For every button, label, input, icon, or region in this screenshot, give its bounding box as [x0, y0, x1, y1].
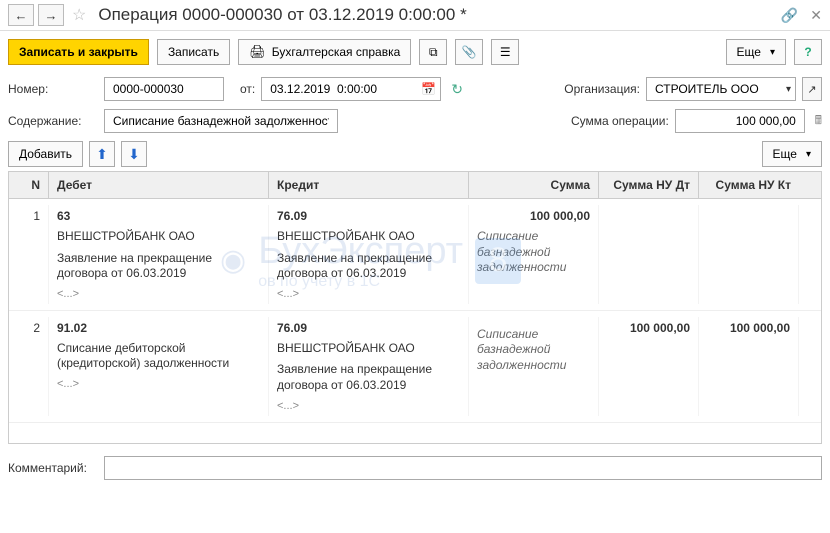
printer-icon [249, 44, 266, 60]
table-row[interactable]: 1 63 ВНЕШСТРОЙБАНК ОАО Заявление на прек… [9, 199, 821, 311]
col-credit[interactable]: Кредит [269, 172, 469, 198]
move-down-button[interactable]: ⬇ [121, 141, 147, 167]
cell-n: 1 [9, 205, 49, 304]
accounting-report-button[interactable]: Бухгалтерская справка [238, 39, 411, 65]
cell-sum: Сиписание базнадежной задолженности [469, 317, 599, 416]
cell-sum: 100 000,00 Сиписание базнадежной задолже… [469, 205, 599, 304]
table-row[interactable]: 2 91.02 Списание дебиторской (кредиторск… [9, 311, 821, 423]
list-icon [500, 45, 511, 59]
grid-actions: Добавить ⬆ ⬇ Еще▾ [0, 137, 830, 171]
grid-header: N Дебет Кредит Сумма Сумма НУ Дт Сумма Н… [9, 172, 821, 199]
calendar-icon[interactable]: 📅 [421, 82, 436, 96]
from-label: от: [240, 82, 255, 96]
cell-credit: 76.09 ВНЕШСТРОЙБАНК ОАО Заявление на пре… [269, 205, 469, 304]
help-button[interactable] [794, 39, 822, 65]
col-debit[interactable]: Дебет [49, 172, 269, 198]
date-input[interactable]: 📅 [261, 77, 441, 101]
org-select[interactable]: ▾ [646, 77, 796, 101]
cell-debit: 91.02 Списание дебиторской (кредиторской… [49, 317, 269, 416]
col-sum[interactable]: Сумма [469, 172, 599, 198]
entries-grid: N Дебет Кредит Сумма Сумма НУ Дт Сумма Н… [8, 171, 822, 444]
main-toolbar: Записать и закрыть Записать Бухгалтерска… [0, 31, 830, 73]
favorite-star-icon[interactable]: ☆ [72, 5, 86, 25]
save-and-close-button[interactable]: Записать и закрыть [8, 39, 149, 65]
titlebar: ← → ☆ Операция 0000-000030 от 03.12.2019… [0, 0, 830, 31]
more-button[interactable]: Еще▾ [726, 39, 786, 65]
content-input[interactable] [104, 109, 338, 133]
form-row-comment: Комментарий: [0, 452, 830, 484]
cell-nudt [599, 205, 699, 304]
col-nukt[interactable]: Сумма НУ Кт [699, 172, 799, 198]
nav-back-button[interactable]: ← [8, 4, 34, 26]
move-up-button[interactable]: ⬆ [89, 141, 115, 167]
accounting-report-label: Бухгалтерская справка [272, 45, 401, 59]
grid-more-label: Еще [773, 147, 797, 161]
cell-credit: 76.09 ВНЕШСТРОЙБАНК ОАО Заявление на пре… [269, 317, 469, 416]
link-icon[interactable]: 🔗 [781, 7, 798, 24]
list-button[interactable] [491, 39, 519, 65]
grid-more-button[interactable]: Еще▾ [762, 141, 822, 167]
cell-nukt: 100 000,00 [699, 317, 799, 416]
form-row-content: Содержание: Сумма операции: 🖩 [0, 105, 830, 137]
window-title: Операция 0000-000030 от 03.12.2019 0:00:… [98, 5, 776, 25]
paperclip-icon [462, 45, 477, 59]
sum-input[interactable] [675, 109, 805, 133]
cell-nudt: 100 000,00 [599, 317, 699, 416]
cell-debit: 63 ВНЕШСТРОЙБАНК ОАО Заявление на прекра… [49, 205, 269, 304]
comment-label: Комментарий: [8, 461, 98, 475]
nav-forward-button[interactable]: → [38, 4, 64, 26]
refresh-icon[interactable]: ↻ [451, 81, 463, 98]
calculator-icon[interactable]: 🖩 [815, 111, 822, 132]
chevron-down-icon: ▾ [786, 84, 791, 95]
save-button[interactable]: Записать [157, 39, 230, 65]
cell-nukt [699, 205, 799, 304]
col-nudt[interactable]: Сумма НУ Дт [599, 172, 699, 198]
cell-n: 2 [9, 317, 49, 416]
close-icon[interactable]: ✕ [810, 7, 822, 24]
attach-button[interactable] [455, 39, 483, 65]
form-row-main: Номер: от: 📅 ↻ Организация: ▾ ↗ [0, 73, 830, 105]
sum-label: Сумма операции: [571, 114, 669, 128]
more-label: Еще [737, 45, 761, 59]
col-n[interactable]: N [9, 172, 49, 198]
number-label: Номер: [8, 82, 98, 96]
org-label: Организация: [564, 82, 640, 96]
copy-button[interactable] [419, 39, 447, 65]
add-row-button[interactable]: Добавить [8, 141, 83, 167]
copy-icon [429, 45, 438, 60]
help-icon [804, 45, 811, 59]
comment-input[interactable] [104, 456, 822, 480]
org-open-button[interactable]: ↗ [802, 77, 822, 101]
number-input[interactable] [104, 77, 224, 101]
content-label: Содержание: [8, 114, 98, 128]
